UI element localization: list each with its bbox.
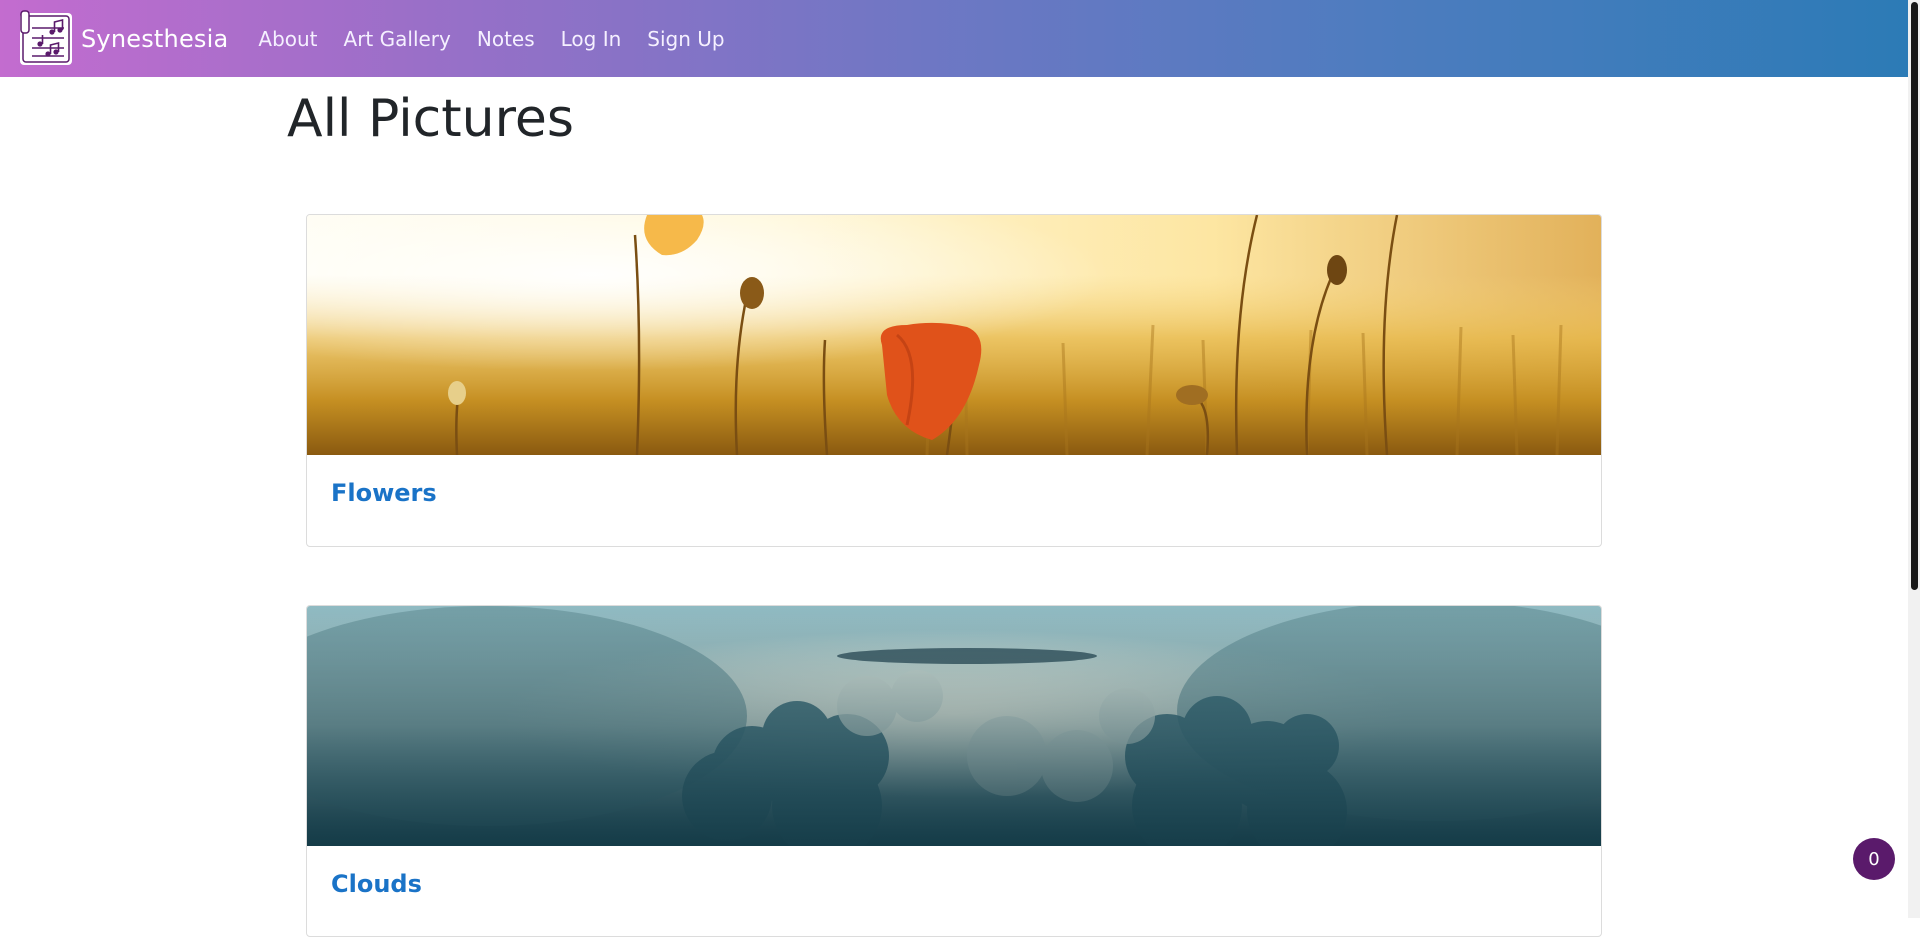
scrollbar-thumb[interactable]: [1911, 2, 1918, 590]
nav-link-art-gallery[interactable]: Art Gallery: [344, 27, 451, 51]
cloudscape-image[interactable]: [307, 606, 1601, 846]
nav-links: About Art Gallery Notes Log In Sign Up: [238, 27, 730, 51]
card-title-clouds[interactable]: Clouds: [307, 846, 1601, 898]
brand-name[interactable]: Synesthesia: [81, 25, 228, 53]
picture-card-flowers: Flowers: [306, 214, 1602, 547]
sheet-music-logo-icon: [18, 9, 74, 68]
top-navbar: Synesthesia About Art Gallery Notes Log …: [0, 0, 1908, 77]
card-title-flowers[interactable]: Flowers: [307, 455, 1601, 507]
count-badge[interactable]: 0: [1853, 838, 1895, 880]
brand[interactable]: Synesthesia: [18, 0, 228, 77]
nav-link-notes[interactable]: Notes: [477, 27, 535, 51]
page-title: All Pictures: [287, 89, 574, 149]
nav-link-about[interactable]: About: [258, 27, 317, 51]
nav-link-sign-up[interactable]: Sign Up: [647, 27, 724, 51]
nav-link-log-in[interactable]: Log In: [561, 27, 622, 51]
picture-card-clouds: Clouds: [306, 605, 1602, 937]
vertical-scrollbar[interactable]: [1908, 0, 1920, 918]
poppy-field-image[interactable]: [307, 215, 1601, 455]
